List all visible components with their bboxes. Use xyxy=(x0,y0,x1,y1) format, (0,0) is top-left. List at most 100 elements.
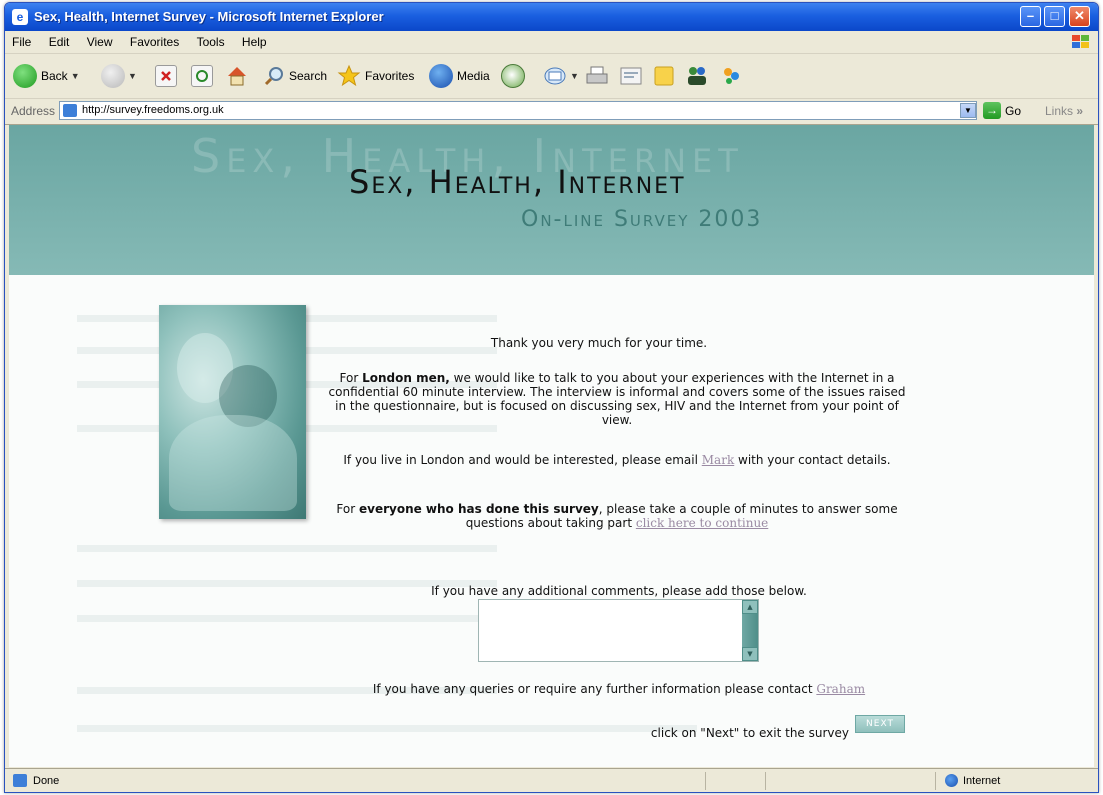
maximize-button[interactable]: □ xyxy=(1044,6,1065,27)
home-button[interactable] xyxy=(225,62,249,90)
back-button[interactable]: Back ▼ xyxy=(13,62,80,90)
mark-email-link[interactable]: Mark xyxy=(702,453,734,467)
photo-shape xyxy=(169,415,297,511)
chevron-down-icon: ▼ xyxy=(70,71,80,81)
mail-icon xyxy=(544,67,566,85)
london-men-bold: London men, xyxy=(362,371,450,385)
media-button[interactable]: Media xyxy=(429,62,490,90)
continue-link[interactable]: click here to continue xyxy=(636,516,768,530)
london-men-paragraph: For London men, we would like to talk to… xyxy=(327,371,907,427)
home-icon xyxy=(228,67,246,86)
go-label: Go xyxy=(1005,103,1022,118)
search-icon xyxy=(264,67,283,86)
forward-button[interactable]: ▼ xyxy=(101,62,137,90)
refresh-icon xyxy=(191,65,213,87)
ghost-line xyxy=(77,545,497,552)
next-button[interactable]: NEXT xyxy=(855,715,905,733)
print-button[interactable] xyxy=(585,62,609,90)
address-label: Address xyxy=(11,104,56,118)
everyone-paragraph: For everyone who has done this survey, p… xyxy=(327,502,907,530)
page-content: Sex, Health, Internet Sex, Health, Inter… xyxy=(9,125,1094,767)
ghost-line xyxy=(77,615,497,622)
address-dropdown-button[interactable]: ▼ xyxy=(960,103,976,118)
site-title: Sex, Health, Internet xyxy=(349,163,686,201)
security-zone: Internet xyxy=(963,775,1001,787)
page-icon xyxy=(13,774,27,787)
address-url: http://survey.freedoms.org.uk xyxy=(82,104,224,116)
edit-button[interactable] xyxy=(619,62,643,90)
discuss-button[interactable] xyxy=(653,62,675,90)
links-button[interactable]: Links » xyxy=(1045,104,1083,118)
history-icon xyxy=(501,64,525,88)
email-paragraph: If you live in London and would be inter… xyxy=(327,453,907,467)
print-icon xyxy=(586,66,608,84)
research-people-icon xyxy=(724,68,739,84)
queries-paragraph: If you have any queries or require any f… xyxy=(319,682,919,696)
window-title: Sex, Health, Internet Survey - Microsoft… xyxy=(34,9,384,24)
close-button[interactable]: ✕ xyxy=(1069,6,1090,27)
media-label: Media xyxy=(457,69,490,83)
status-text: Done xyxy=(33,775,60,787)
back-label: Back xyxy=(41,69,68,83)
forward-arrow-icon xyxy=(101,64,125,88)
stop-icon xyxy=(155,65,177,87)
email-pre: If you live in London and would be inter… xyxy=(343,453,702,467)
go-button[interactable]: → Go xyxy=(983,102,1021,119)
favorites-button[interactable]: Favorites xyxy=(337,62,414,90)
links-label: Links xyxy=(1045,104,1074,118)
messenger-button[interactable] xyxy=(685,62,709,90)
chevron-right-icon: » xyxy=(1076,104,1084,118)
thanks-text: Thank you very much for your time. xyxy=(490,336,708,350)
edit-page-icon xyxy=(620,67,642,85)
go-arrow-icon: → xyxy=(983,102,1001,119)
menu-file[interactable]: File xyxy=(5,31,38,49)
exit-instruction: click on "Next" to exit the survey xyxy=(650,726,849,740)
menu-bar: File Edit View Favorites Tools Help xyxy=(5,31,1098,54)
internet-globe-icon xyxy=(945,774,958,787)
scroll-down-arrow-icon[interactable]: ▼ xyxy=(742,647,758,661)
couple-photo xyxy=(159,305,306,519)
star-icon xyxy=(337,64,361,87)
address-bar: Address http://survey.freedoms.org.uk ▼ … xyxy=(5,99,1098,125)
menu-view[interactable]: View xyxy=(80,31,120,49)
messenger-people-icon xyxy=(688,67,706,85)
ie-logo-icon: e xyxy=(12,9,28,25)
menu-help[interactable]: Help xyxy=(235,31,274,49)
browser-window: e Sex, Health, Internet Survey - Microso… xyxy=(4,2,1099,793)
research-button[interactable] xyxy=(719,62,743,90)
graham-contact-link[interactable]: Graham xyxy=(816,682,865,696)
search-button[interactable]: Search xyxy=(263,62,327,90)
note-icon xyxy=(654,66,674,86)
windows-flag-icon xyxy=(1072,35,1089,48)
refresh-button[interactable] xyxy=(191,62,213,90)
scroll-up-arrow-icon[interactable]: ▲ xyxy=(742,600,758,614)
media-globe-icon xyxy=(429,64,453,88)
menu-tools[interactable]: Tools xyxy=(190,31,232,49)
address-input[interactable]: http://survey.freedoms.org.uk xyxy=(59,101,977,120)
email-post: with your contact details. xyxy=(734,453,891,467)
history-button[interactable] xyxy=(501,62,525,90)
mail-button[interactable]: ▼ xyxy=(543,62,579,90)
back-arrow-icon xyxy=(13,64,37,88)
menu-edit[interactable]: Edit xyxy=(42,31,77,49)
status-divider xyxy=(935,772,936,790)
queries-pre: If you have any queries or require any f… xyxy=(372,682,817,696)
chevron-down-icon: ▼ xyxy=(128,71,137,81)
page-icon xyxy=(63,104,77,117)
stop-button[interactable] xyxy=(155,62,177,90)
status-divider xyxy=(705,772,706,790)
everyone-bold: everyone who has done this survey xyxy=(358,502,599,516)
comments-textarea[interactable]: ▲ ▼ xyxy=(478,599,759,662)
chevron-down-icon: ▼ xyxy=(570,71,579,81)
comments-prompt: If you have any additional comments, ple… xyxy=(431,584,807,598)
everyone-pre: For xyxy=(336,502,359,516)
toolbar: Back ▼ ▼ Search Favorites Media ▼ xyxy=(5,54,1098,99)
favorites-label: Favorites xyxy=(365,69,415,83)
london-pre: For xyxy=(339,371,363,385)
site-subtitle: On-line Survey 2003 xyxy=(521,207,763,232)
comments-scrollbar[interactable]: ▲ ▼ xyxy=(742,600,758,661)
menu-favorites[interactable]: Favorites xyxy=(123,31,186,49)
search-label: Search xyxy=(289,69,328,83)
status-bar: Done Internet xyxy=(5,768,1098,792)
minimize-button[interactable]: – xyxy=(1020,6,1041,27)
